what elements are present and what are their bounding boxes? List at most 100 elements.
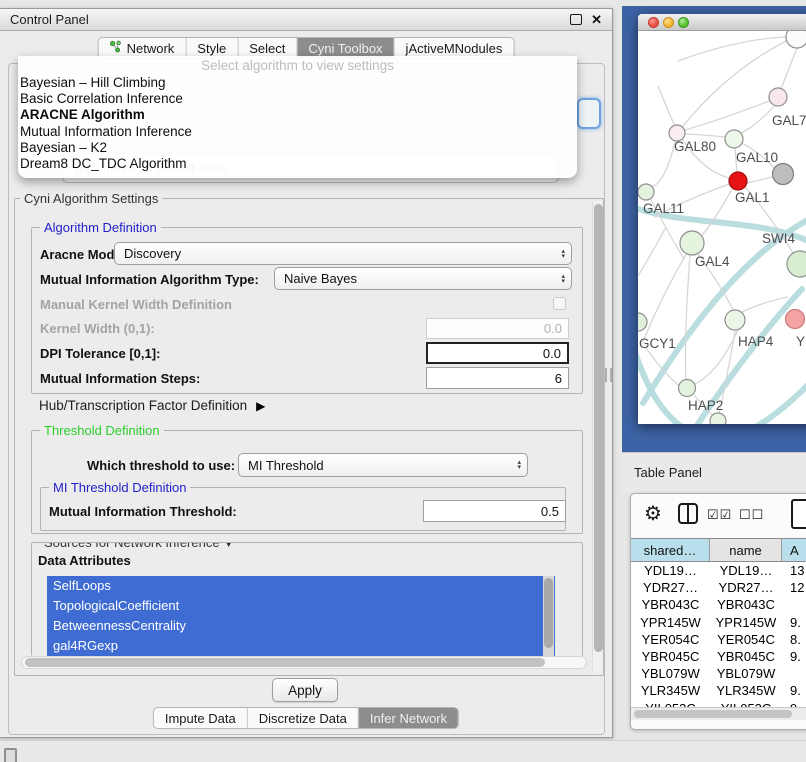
tab-select[interactable]: Select (237, 38, 296, 58)
network-node[interactable] (773, 164, 794, 185)
network-node-swi4[interactable] (787, 251, 806, 277)
node-label: HAP2 (688, 398, 723, 413)
sources-title[interactable]: Sources for Network Inference ▼ (40, 542, 238, 550)
dpi-tolerance-field[interactable]: 0.0 (426, 342, 569, 364)
network-edge[interactable] (678, 37, 786, 61)
settings-vscrollbar[interactable] (592, 201, 604, 673)
tab-discretize-data[interactable]: Discretize Data (247, 708, 358, 728)
threshold-definition-group: Threshold Definition Which threshold to … (31, 430, 583, 534)
document-icon[interactable] (791, 499, 806, 529)
network-edge[interactable] (781, 48, 797, 89)
which-threshold-combo[interactable]: MI Threshold ▴▾ (238, 453, 528, 477)
network-node-gal10[interactable] (725, 130, 743, 148)
network-node-gal11[interactable] (638, 184, 654, 200)
network-edge[interactable] (754, 383, 806, 424)
settings-hscrollbar-thumb[interactable] (25, 658, 545, 667)
network-edge[interactable] (686, 255, 691, 380)
attribute-item[interactable]: TopologicalCoefficient (47, 596, 555, 616)
algorithm-option[interactable]: Bayesian – Hill Climbing (18, 75, 577, 91)
network-edge[interactable] (638, 227, 666, 276)
network-node-gal7[interactable] (769, 88, 787, 106)
algorithm-option[interactable]: Dream8 DC_TDC Algorithm (18, 156, 577, 172)
select-all-icon[interactable]: ☑☑ (707, 507, 732, 523)
network-node-gal1[interactable] (729, 172, 747, 190)
network-edge[interactable] (685, 134, 725, 137)
dock-panel-icon[interactable] (4, 748, 17, 762)
manual-kernel-checkbox[interactable] (553, 297, 566, 310)
tab-impute-data[interactable]: Impute Data (154, 708, 247, 728)
table-row[interactable]: YDL19…YDL19…13 (631, 562, 806, 579)
network-edge[interactable] (702, 189, 732, 235)
table-row[interactable]: YER054CYER054C8. (631, 631, 806, 648)
attribute-item[interactable]: gal4RGexp (47, 636, 555, 656)
settings-group-title: Cyni Algorithm Settings (20, 191, 162, 206)
chevron-right-icon: ▶ (256, 399, 265, 413)
float-window-icon[interactable] (570, 14, 582, 25)
column-header-partial[interactable]: A (782, 539, 806, 561)
table-hscrollbar-thumb[interactable] (634, 710, 792, 718)
network-node-gal4[interactable] (680, 231, 704, 255)
algorithm-option[interactable]: Bayesian – K2 (18, 140, 577, 156)
network-node[interactable] (786, 31, 806, 48)
network-node-hap2[interactable] (679, 380, 696, 397)
data-attributes-list[interactable]: SelfLoopsTopologicalCoefficientBetweenne… (47, 576, 555, 656)
mi-threshold-group: MI Threshold Definition Mutual Informati… (40, 487, 566, 531)
table-row[interactable]: YBL079WYBL079W (631, 665, 806, 682)
tab-cyni-toolbox[interactable]: Cyni Toolbox (296, 38, 393, 58)
aracne-mode-combo[interactable]: Discovery ▴▾ (114, 242, 572, 265)
zoom-traffic-light-icon[interactable] (678, 17, 689, 28)
mi-type-combo[interactable]: Naive Bayes ▴▾ (274, 267, 572, 290)
close-traffic-light-icon[interactable] (648, 17, 659, 28)
network-node-hap4[interactable] (725, 310, 745, 330)
close-icon[interactable]: ✕ (591, 13, 602, 26)
list-scrollbar[interactable] (543, 576, 554, 656)
table-row[interactable]: YIL053CYIL053C9. (631, 700, 806, 708)
node-label: SWI4 (762, 231, 795, 246)
network-edge[interactable] (642, 253, 687, 344)
column-header-name[interactable]: name (710, 539, 782, 561)
algorithm-option[interactable]: Mutual Information Inference (18, 124, 577, 140)
tab-network[interactable]: Network (99, 38, 186, 58)
tab-jactivemnodules[interactable]: jActiveMNodules (394, 38, 514, 58)
minimize-traffic-light-icon[interactable] (663, 17, 674, 28)
panel-divider-handle[interactable] (605, 368, 612, 382)
split-columns-icon[interactable] (678, 503, 698, 524)
attribute-item[interactable]: SelfLoops (47, 576, 555, 596)
mi-threshold-field[interactable]: 0.5 (423, 500, 566, 522)
apply-button[interactable]: Apply (272, 678, 338, 702)
hub-definition-toggle[interactable]: Hub/Transcription Factor Definition ▶ (39, 398, 265, 413)
network-node-gcy1[interactable] (638, 313, 647, 331)
network-edge[interactable] (652, 141, 675, 187)
algorithm-option[interactable]: Basic Correlation Inference (18, 91, 577, 107)
mi-steps-field[interactable]: 6 (426, 367, 569, 389)
table-row[interactable]: YBR045CYBR045C9. (631, 648, 806, 665)
cyni-settings-group: Algorithm Definition Aracne Mode: Discov… (14, 198, 604, 676)
table-row[interactable]: YLR345WYLR345W9. (631, 682, 806, 699)
network-edge[interactable] (638, 349, 682, 424)
attribute-item[interactable]: BetweennessCentrality (47, 616, 555, 636)
settings-hscrollbar[interactable] (21, 656, 587, 669)
network-node-y[interactable] (786, 310, 805, 329)
table-hscrollbar[interactable] (631, 707, 806, 720)
column-header-shared[interactable]: shared… (631, 539, 710, 561)
list-scrollbar-thumb[interactable] (544, 578, 553, 648)
tab-style[interactable]: Style (185, 38, 237, 58)
manual-kernel-label: Manual Kernel Width Definition (40, 297, 232, 312)
network-canvas[interactable]: GAL7GAL80GAL10GAL1GAL11SWI4GAL4GCY1HAP4Y… (638, 31, 806, 424)
table-row[interactable]: YPR145WYPR145W9. (631, 614, 806, 631)
focused-helper-button[interactable] (577, 98, 601, 129)
network-edge[interactable] (658, 86, 675, 126)
table-row[interactable]: YDR27…YDR27…12 (631, 579, 806, 596)
algorithm-option[interactable]: ARACNE Algorithm (18, 107, 577, 123)
network-window-titlebar (638, 14, 806, 31)
network-edge[interactable] (747, 177, 772, 183)
kernel-width-field[interactable]: 0.0 (426, 318, 569, 339)
settings-vscrollbar-thumb[interactable] (594, 204, 603, 652)
node-label: GAL7 (772, 113, 806, 128)
gear-icon[interactable]: ⚙ (644, 501, 662, 526)
network-edge[interactable] (685, 101, 769, 130)
tab-infer-network[interactable]: Infer Network (358, 708, 458, 728)
network-node[interactable] (710, 413, 726, 424)
table-row[interactable]: YBR043CYBR043C (631, 596, 806, 613)
deselect-all-icon[interactable]: ☐☐ (739, 507, 764, 523)
